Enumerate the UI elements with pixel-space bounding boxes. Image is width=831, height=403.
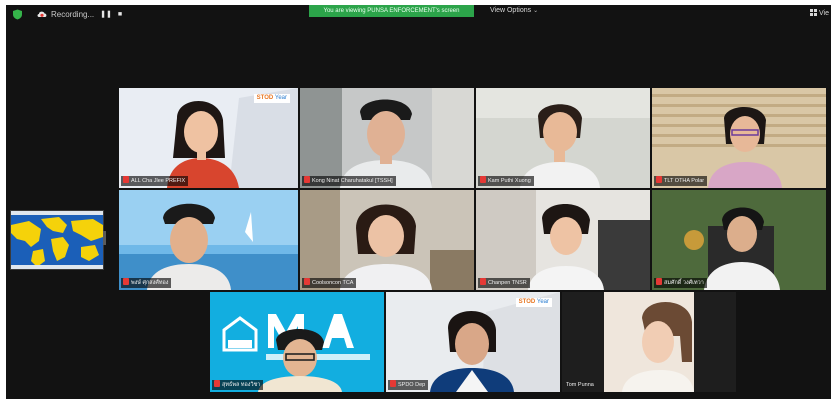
participant-video [119,88,298,188]
mute-icon [304,176,310,183]
participant-nametag: สมศักดิ์ วงศ์เทวา [654,278,707,288]
participant-video [476,190,650,290]
participant-video [562,292,736,392]
participant-nametag: TLT OTHA Polar [654,176,708,186]
video-tile[interactable]: Kam Puthi Xuong [476,88,650,188]
view-options-button[interactable]: View Options ⌄ [490,7,538,14]
participant-video [476,88,650,188]
participant-nametag: พงษ์ ศุกสงศ์ทอง [121,278,172,288]
participant-nametag: Tom Punna [566,382,594,388]
brand-badge: STOD Year [253,94,290,103]
recording-cloud-icon [37,11,47,17]
participant-nametag: Kong Ninat Charuhatakul [TSSH] [302,176,396,186]
zoom-meeting-window: Recording... ❚❚ ■ You are viewing PUNSA … [6,5,831,399]
participant-nametag: SPDO Dep [388,380,429,390]
video-tile[interactable]: TLT OTHA Polar [652,88,826,188]
mute-icon [390,380,396,387]
participant-video [652,88,826,188]
video-tile[interactable]: Tom Punna [562,292,736,392]
mute-icon [656,176,662,183]
mute-icon [480,176,486,183]
recording-label: Recording... [51,10,95,19]
mute-icon [123,278,129,285]
mute-icon [123,176,129,183]
brand-badge: STOD Year [515,298,552,307]
screen-share-banner: You are viewing PUNSA ENFORCEMENT's scre… [309,5,474,17]
participant-video [386,292,560,392]
participant-video [119,190,298,290]
participant-nametag: Kam Puthi Xuong [478,176,534,186]
participant-nametag: Chanpen TNSR [478,278,530,288]
world-map-image [11,211,103,269]
participant-video [300,88,474,188]
video-tile[interactable]: STOD Year SPDO Dep [386,292,560,392]
shield-icon[interactable] [12,9,23,20]
video-tile[interactable]: Coolsoncon TCA [300,190,474,290]
video-tile[interactable]: Chanpen TNSR [476,190,650,290]
meeting-topbar: Recording... ❚❚ ■ You are viewing PUNSA … [6,5,831,25]
mute-icon [656,278,662,285]
view-options-label: View Options [490,7,532,14]
mute-icon [304,278,310,285]
participant-nametag: สุทธ์พล ทองวิชา [212,380,264,390]
participant-video [210,292,384,392]
video-tile[interactable]: STOD Year ALL Cha Jlee PREFIX [119,88,298,188]
grid-view-icon [810,9,817,16]
video-tile[interactable]: Kong Ninat Charuhatakul [TSSH] [300,88,474,188]
mute-icon [480,278,486,285]
thumbnail-drag-handle[interactable] [103,231,106,245]
shared-screen-thumbnail[interactable] [10,210,104,270]
pause-icon[interactable]: ❚❚ [100,9,112,20]
participant-video [652,190,826,290]
stop-icon[interactable]: ■ [114,9,126,20]
participant-nametag: ALL Cha Jlee PREFIX [121,176,189,186]
view-mode-label: Vie [819,10,829,17]
participant-nametag: Coolsoncon TCA [302,278,357,288]
mute-icon [214,380,220,387]
video-tile[interactable]: สุทธ์พล ทองวิชา [210,292,384,392]
participant-video [300,190,474,290]
chevron-down-icon: ⌄ [533,8,539,14]
view-mode-button[interactable]: Vie [810,9,829,17]
video-tile[interactable]: สมศักดิ์ วงศ์เทวา [652,190,826,290]
video-tile[interactable]: พงษ์ ศุกสงศ์ทอง [119,190,298,290]
